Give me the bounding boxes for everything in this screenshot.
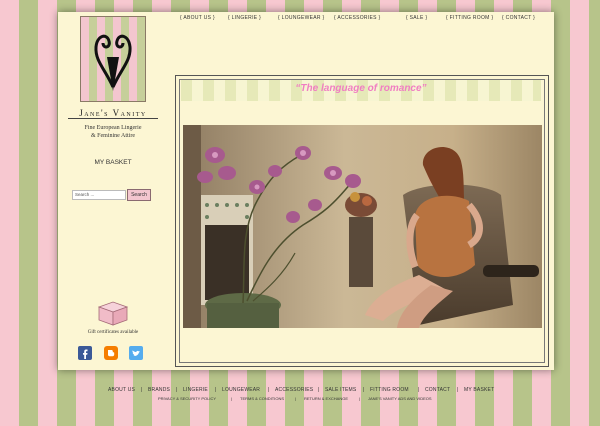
footer-primary-nav: ABOUT US | BRANDS | LINGERIE | LOUNGEWEA… [0, 387, 600, 395]
nav-lingerie[interactable]: { LINGERIE } [228, 15, 261, 21]
footer-sep: | [141, 387, 143, 393]
footer-ads-videos[interactable]: JANE'S VANITY ADS AND VIDEOS [368, 396, 432, 401]
nav-fitting-room[interactable]: { FITTING ROOM } [446, 15, 493, 21]
nav-sale[interactable]: { SALE } [406, 15, 427, 21]
footer-sep: | [363, 387, 365, 393]
twitter-icon[interactable] [129, 346, 143, 360]
footer-contact[interactable]: CONTACT [425, 387, 450, 393]
main-panel: Jane's Vanity Fine European Lingerie & F… [58, 12, 554, 370]
footer-sep: | [268, 387, 270, 393]
tagline-line-1: Fine European Lingerie [84, 125, 142, 131]
footer-sep: | [457, 387, 459, 393]
my-basket-link[interactable]: MY BASKET [68, 159, 158, 166]
footer-sep: | [231, 396, 233, 401]
search-input[interactable]: Search ... [72, 190, 126, 200]
nav-about-us[interactable]: { ABOUT US } [180, 15, 215, 21]
nav-contact[interactable]: { CONTACT } [502, 15, 535, 21]
gift-box-icon[interactable] [96, 299, 130, 327]
footer-sep: | [318, 387, 320, 393]
footer-loungewear[interactable]: LOUNGEWEAR [222, 387, 260, 393]
footer-fitting-room[interactable]: FITTING ROOM [370, 387, 409, 393]
search-button[interactable]: Search [127, 189, 151, 201]
footer-terms[interactable]: TERMS & CONDITIONS [240, 396, 284, 401]
slogan-text: “The language of romance” [295, 83, 427, 94]
footer-sep: | [418, 387, 420, 393]
footer-sep: | [176, 387, 178, 393]
footer-secondary-nav: PRIVACY & SECURITY POLICY | TERMS & COND… [0, 396, 600, 403]
brand-divider [68, 118, 158, 119]
gift-certificates-label: Gift certificates available [87, 330, 139, 335]
footer-about-us[interactable]: ABOUT US [108, 387, 135, 393]
footer-accessories[interactable]: ACCESSORIES [275, 387, 313, 393]
footer-return-exchange[interactable]: RETURN & EXCHANGE [304, 396, 348, 401]
brand-tagline: Fine European Lingerie & Feminine Attire [68, 124, 158, 140]
footer-brands[interactable]: BRANDS [148, 387, 170, 393]
vanity-monogram-icon [94, 34, 132, 91]
footer-my-basket[interactable]: MY BASKET [464, 387, 494, 393]
footer-lingerie[interactable]: LINGERIE [183, 387, 208, 393]
footer-sep: | [295, 396, 297, 401]
hero-photo [183, 125, 542, 328]
tagline-line-2: & Feminine Attire [91, 133, 135, 139]
footer-privacy-policy[interactable]: PRIVACY & SECURITY POLICY [158, 396, 216, 401]
brand-name: Jane's Vanity [79, 108, 147, 118]
blogger-icon[interactable] [104, 346, 118, 360]
footer-sale-items[interactable]: SALE ITEMS [325, 387, 356, 393]
facebook-icon[interactable] [78, 346, 92, 360]
nav-loungewear[interactable]: { LOUNGEWEAR } [278, 15, 324, 21]
footer-sep: | [215, 387, 217, 393]
nav-accessories[interactable]: { ACCESSORIES } [334, 15, 380, 21]
footer-sep: | [359, 396, 361, 401]
logo[interactable] [80, 16, 146, 102]
